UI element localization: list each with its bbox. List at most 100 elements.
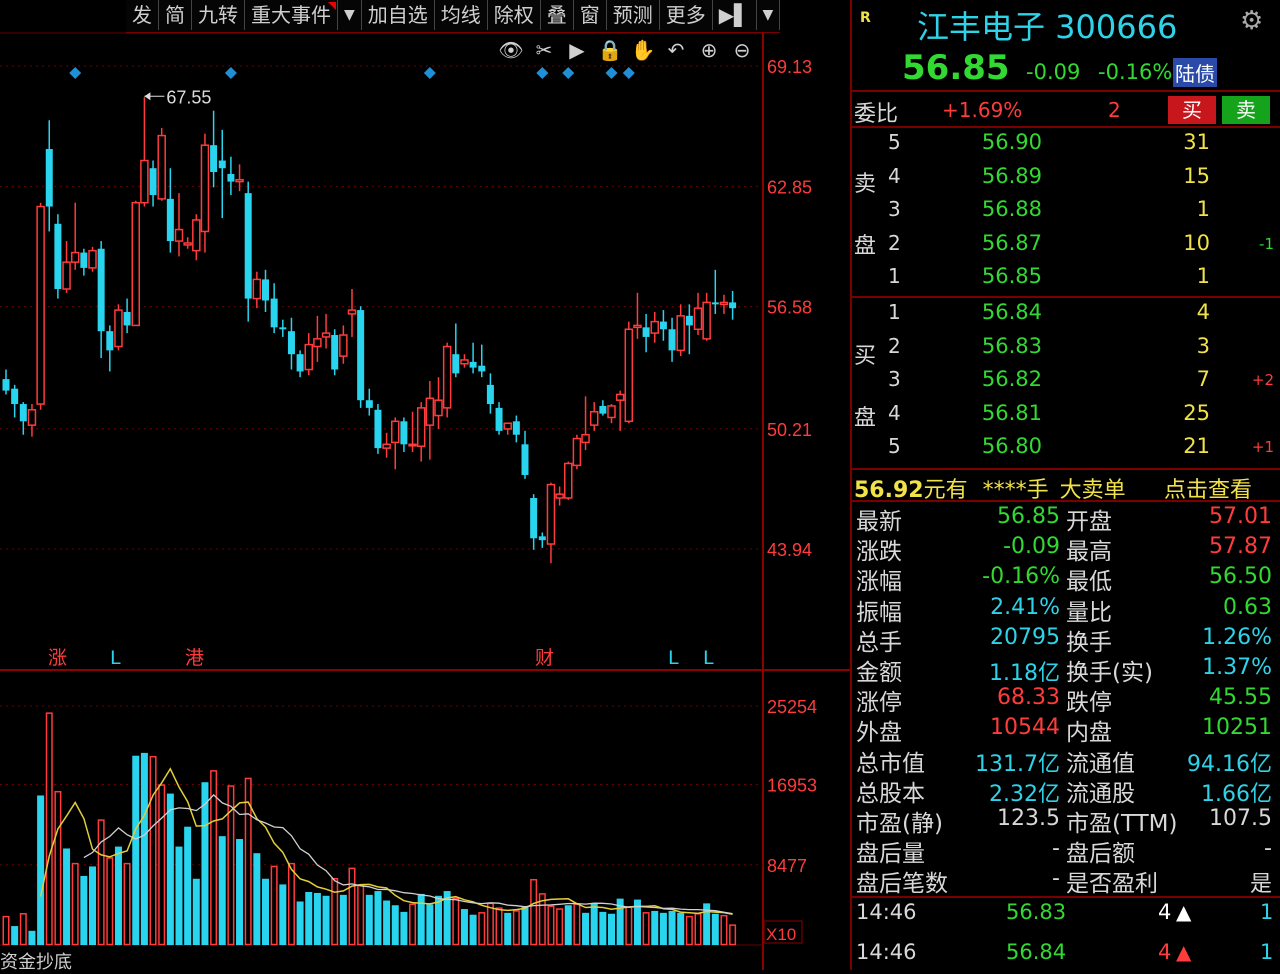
zoom-in-icon[interactable]: ⊕ bbox=[695, 36, 723, 64]
tick-volume: 4 bbox=[1158, 940, 1172, 964]
event-marker-label: 财 bbox=[535, 647, 554, 669]
sell-button[interactable]: 卖 bbox=[1222, 96, 1270, 124]
quote-level-row[interactable]: 1 56.84 4 bbox=[852, 300, 1280, 330]
price-change: -0.09 bbox=[1026, 60, 1081, 84]
last-price: 56.85 bbox=[902, 48, 1010, 88]
toolbar-major-events-button[interactable]: 重大事件 bbox=[245, 0, 338, 30]
volume-bar bbox=[296, 901, 304, 945]
bottom-indicator-label[interactable]: 资金抄底 bbox=[0, 948, 72, 974]
gear-icon[interactable]: ⚙ bbox=[1240, 6, 1263, 36]
level-change: -1 bbox=[1259, 234, 1274, 253]
candle-body bbox=[54, 223, 62, 289]
candle-body bbox=[676, 315, 685, 352]
stat-value: 68.33 bbox=[997, 685, 1060, 711]
kline-chart[interactable]: 69.13 62.85 56.58 50.21 43.94 25254 16953 8477 X… bbox=[0, 0, 850, 970]
toolbar-overlay-button[interactable]: 叠 bbox=[541, 0, 574, 30]
volume-bar bbox=[331, 878, 339, 946]
volume-bar bbox=[158, 784, 166, 946]
candle-body bbox=[235, 178, 244, 183]
toolbar-exright-button[interactable]: 除权 bbox=[488, 0, 541, 30]
tick-row: 14:46 56.84 4 ▲ 1 bbox=[852, 940, 1280, 970]
chevron-down-icon[interactable]: ▼ bbox=[338, 0, 362, 30]
candle-body bbox=[729, 302, 737, 309]
candle-body bbox=[503, 422, 512, 430]
quote-level-row[interactable]: 1 56.85 1 bbox=[852, 264, 1280, 294]
eye-icon[interactable]: 👁 bbox=[497, 36, 525, 64]
max-price-arrow bbox=[144, 92, 151, 101]
candle-body bbox=[633, 324, 642, 329]
level-number: 5 bbox=[888, 130, 901, 154]
bond-tag[interactable]: 陆债 bbox=[1173, 58, 1217, 87]
quote-level-row[interactable]: 5 56.80 21 +1 bbox=[852, 434, 1280, 464]
stat-row: 外盘 10544 内盘 10251 bbox=[852, 713, 1280, 746]
toolbar-ma-button[interactable]: 均线 bbox=[435, 0, 488, 30]
toolbar-more-button[interactable]: 更多 bbox=[660, 0, 713, 30]
quote-level-row[interactable]: 2 56.83 3 bbox=[852, 334, 1280, 364]
stat-label: 市盈(静) bbox=[856, 811, 943, 837]
candle-body bbox=[227, 173, 235, 182]
undo-icon[interactable]: ↶ bbox=[662, 36, 690, 64]
quote-level-row[interactable]: 4 56.81 25 bbox=[852, 401, 1280, 431]
candle-body bbox=[599, 405, 607, 414]
candle-body bbox=[244, 193, 252, 299]
candle-body bbox=[70, 251, 80, 263]
chevron-down-icon[interactable]: ▼ bbox=[757, 0, 781, 30]
toolbar-window-button[interactable]: 窗 bbox=[574, 0, 607, 30]
level-volume: 21 bbox=[1183, 434, 1210, 459]
toolbar-add-watchlist-button[interactable]: 加自选 bbox=[362, 0, 435, 30]
lock-icon[interactable]: 🔒 bbox=[596, 36, 624, 64]
volume-bar bbox=[140, 752, 148, 945]
stat-value: 是 bbox=[1249, 872, 1272, 898]
quote-level-row[interactable]: 3 56.82 7 +2 bbox=[852, 367, 1280, 397]
toolbar-ninerev-button[interactable]: 九转 bbox=[192, 0, 245, 30]
hand-icon[interactable]: ✋ bbox=[629, 36, 657, 64]
candle-body bbox=[313, 338, 322, 348]
price-tick-label: 50.21 bbox=[767, 420, 812, 440]
event-marker-label: 涨 bbox=[48, 647, 67, 669]
volume-bar bbox=[556, 908, 564, 946]
level-number: 4 bbox=[888, 400, 901, 425]
zoom-out-icon[interactable]: ⊖ bbox=[728, 36, 756, 64]
stat-value: 94.16亿 bbox=[1187, 751, 1272, 777]
stat-label: 开盘 bbox=[1066, 509, 1112, 535]
stat-label: 盘后量 bbox=[856, 841, 925, 868]
stat-row: 总股本 2.32亿 流通股 1.66亿 bbox=[852, 774, 1280, 807]
volume-bar bbox=[608, 913, 615, 945]
volume-bar bbox=[720, 914, 728, 946]
quote-level-row[interactable]: 5 56.90 31 bbox=[852, 130, 1280, 160]
quote-level-row[interactable]: 4 56.89 15 bbox=[852, 164, 1280, 194]
toolbar-simple-button[interactable]: 简 bbox=[159, 0, 192, 30]
stat-row: 涨幅 -0.16% 最低 56.50 bbox=[852, 562, 1280, 595]
toolbar-fa-button[interactable]: 发 bbox=[126, 0, 159, 30]
volume-bar bbox=[426, 904, 434, 945]
toolbar-forecast-button[interactable]: 预测 bbox=[607, 0, 660, 30]
event-marker-label: 港 bbox=[185, 647, 204, 669]
candle-body bbox=[693, 307, 703, 331]
candle-body bbox=[200, 144, 210, 233]
price-tick-label: 43.94 bbox=[767, 540, 812, 560]
candle-body bbox=[382, 443, 391, 449]
candle-body bbox=[62, 261, 71, 290]
volume-bar bbox=[71, 862, 79, 946]
scissors-icon[interactable]: ✂ bbox=[530, 36, 558, 64]
candle-body bbox=[2, 379, 10, 391]
play-icon[interactable]: ▶ bbox=[563, 36, 591, 64]
volume-bar bbox=[685, 915, 693, 946]
expand-right-icon[interactable]: ▶▌ bbox=[713, 0, 757, 30]
kline-chart-area[interactable]: 69.13 62.85 56.58 50.21 43.94 25254 16953 8477 X… bbox=[0, 0, 850, 973]
candle-body bbox=[512, 421, 520, 435]
stat-label: 涨停 bbox=[856, 690, 902, 717]
volume-bar bbox=[374, 891, 382, 945]
candle-body bbox=[149, 168, 157, 196]
level-price: 56.84 bbox=[981, 300, 1042, 324]
candle-body bbox=[719, 301, 729, 306]
buy-button[interactable]: 买 bbox=[1168, 96, 1216, 124]
tick-time: 14:46 bbox=[856, 900, 917, 924]
quote-level-row[interactable]: 2 56.87 10 -1 bbox=[852, 231, 1280, 261]
candle-body bbox=[252, 278, 262, 300]
quote-level-row[interactable]: 3 56.88 1 bbox=[852, 197, 1280, 227]
stat-value: 20795 bbox=[990, 624, 1060, 650]
level-volume: 15 bbox=[1183, 163, 1210, 188]
volume-bar bbox=[192, 878, 200, 945]
webi-diff: 2 bbox=[1108, 98, 1121, 122]
